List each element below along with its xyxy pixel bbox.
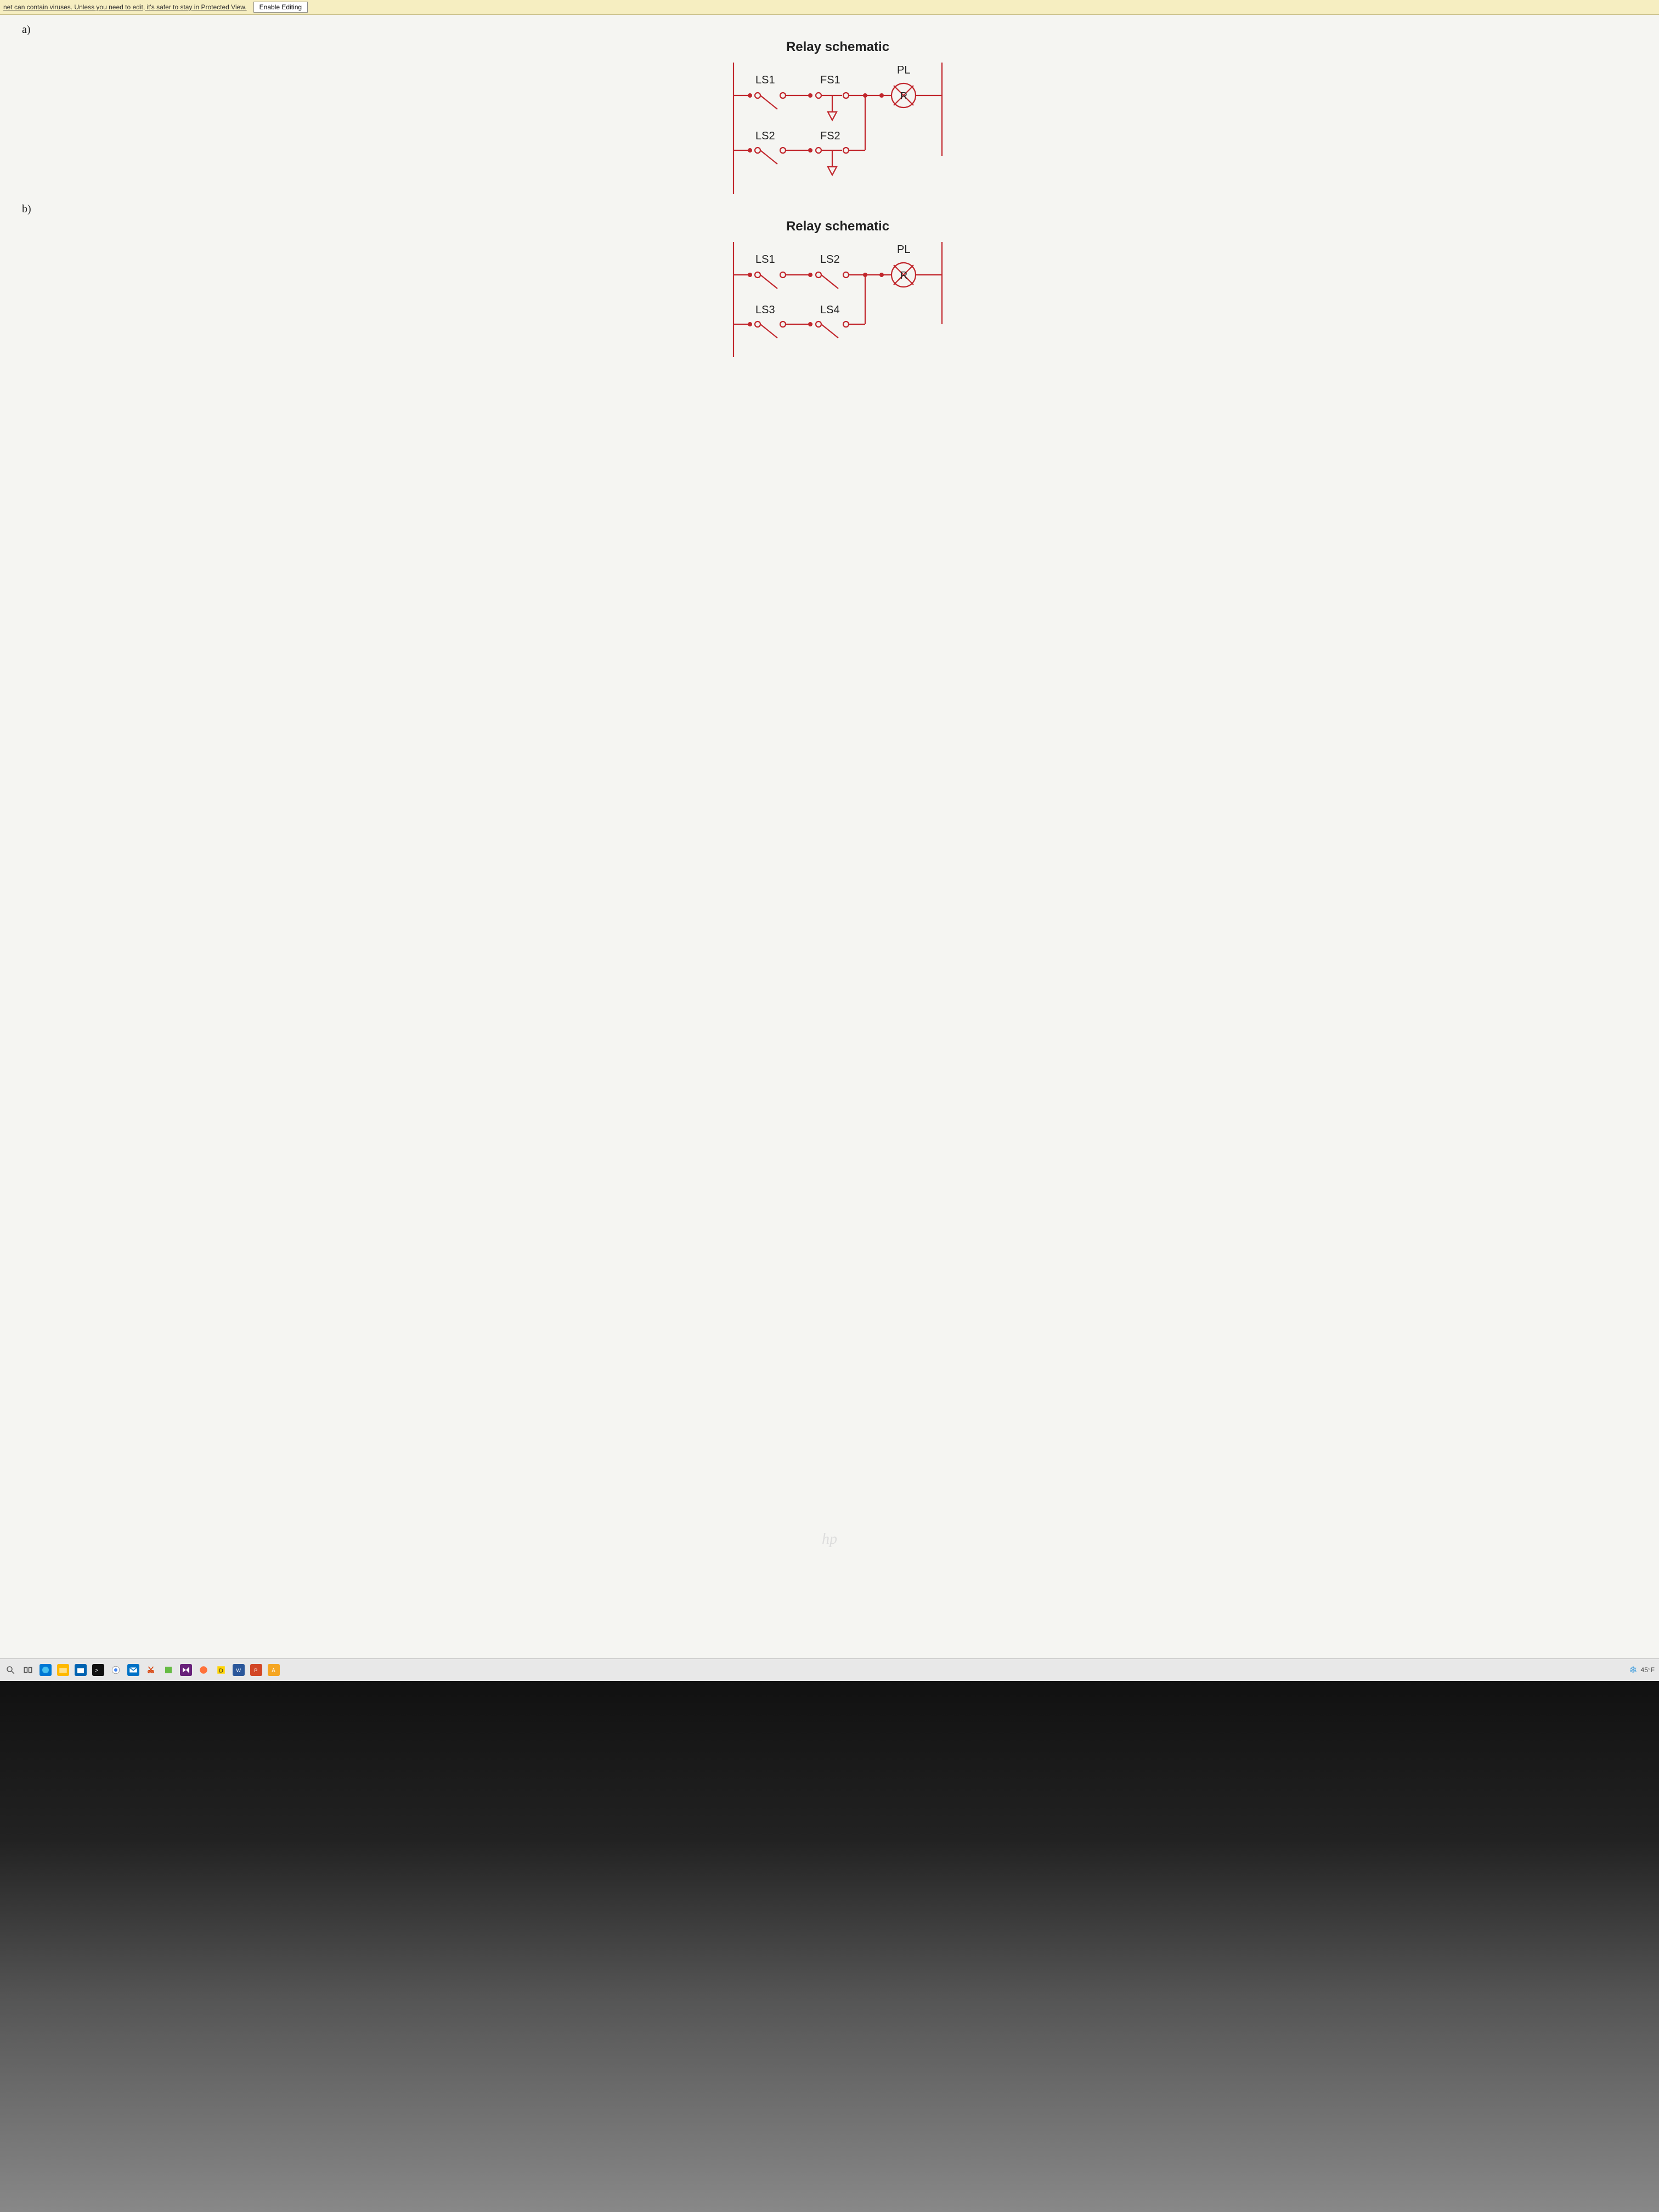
a-ls2-label: LS2	[755, 130, 775, 142]
b-ls3-label: LS3	[755, 304, 775, 316]
b-ls2-label: LS2	[820, 253, 840, 266]
weather-widget[interactable]: ❄ 45°F	[1629, 1664, 1655, 1676]
chrome-icon[interactable]	[110, 1664, 122, 1676]
b-ls4-label: LS4	[820, 304, 840, 316]
powerpoint-icon[interactable]: P	[250, 1664, 262, 1676]
svg-text:A: A	[272, 1668, 275, 1674]
search-icon[interactable]	[4, 1664, 16, 1676]
part-a-label: a)	[22, 24, 1643, 36]
schematic-b-title: Relay schematic	[723, 219, 953, 234]
app-icon-generic[interactable]	[162, 1664, 174, 1676]
schematic-a: LS1 FS1 LS2 FS2 PL R	[723, 57, 953, 200]
a-fs2-label: FS2	[820, 130, 840, 142]
b-r-label: R	[900, 270, 907, 281]
document-page: a) Relay schematic	[0, 15, 1659, 379]
svg-text:D: D	[219, 1668, 223, 1674]
word-icon[interactable]: W	[233, 1664, 245, 1676]
svg-text:W: W	[236, 1668, 241, 1673]
edge-icon[interactable]	[40, 1664, 52, 1676]
laptop-body: hp	[0, 1681, 1659, 2212]
task-view-icon[interactable]	[22, 1664, 34, 1676]
terminal-icon[interactable]: >	[92, 1664, 104, 1676]
snip-icon[interactable]	[145, 1664, 157, 1676]
svg-text:P: P	[254, 1668, 257, 1673]
store-icon[interactable]	[75, 1664, 87, 1676]
protected-view-message: net can contain viruses. Unless you need…	[3, 3, 247, 11]
a-pl-label: PL	[897, 64, 910, 76]
part-b-label: b)	[22, 203, 1643, 216]
mail-icon[interactable]	[127, 1664, 139, 1676]
enable-editing-button[interactable]: Enable Editing	[253, 2, 308, 13]
file-explorer-icon[interactable]	[57, 1664, 69, 1676]
snowflake-icon: ❄	[1629, 1664, 1637, 1676]
a-r-label: R	[900, 91, 907, 101]
app-icon-d[interactable]: D	[215, 1664, 227, 1676]
b-pl-label: PL	[897, 244, 910, 256]
schematic-a-title: Relay schematic	[723, 40, 953, 55]
a-fs1-label: FS1	[820, 74, 840, 86]
visual-studio-icon[interactable]	[180, 1664, 192, 1676]
svg-text:>: >	[95, 1667, 98, 1674]
schematic-b: LS1 LS2 LS3 LS4 PL R	[723, 236, 953, 363]
weather-temp: 45°F	[1641, 1666, 1655, 1674]
screen-area: net can contain viruses. Unless you need…	[0, 0, 1659, 1681]
a-ls1-label: LS1	[755, 74, 775, 86]
app-icon-a[interactable]: A	[268, 1664, 280, 1676]
windows-taskbar[interactable]: > D W P A ❄ 45°F	[0, 1658, 1659, 1681]
firefox-icon[interactable]	[198, 1664, 210, 1676]
protected-view-bar: net can contain viruses. Unless you need…	[0, 0, 1659, 15]
b-ls1-label: LS1	[755, 253, 775, 266]
hp-logo: hp	[822, 1531, 837, 1548]
